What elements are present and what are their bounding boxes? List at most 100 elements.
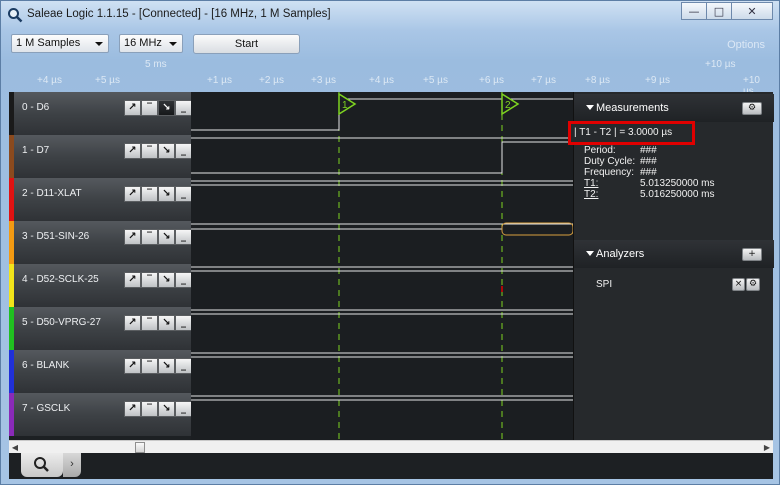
channel-name[interactable]: 1 - D7: [22, 145, 49, 156]
channel-name[interactable]: 2 - D11-XLAT: [22, 188, 82, 199]
channel-list: 0 - D6 ↗ ‾ ↘ _ 1 - D7 ↗ ‾ ↘ _ 2 - D11-XLAT ↗ ‾ ↘ _ 3 - …: [9, 92, 192, 440]
rising-edge-icon[interactable]: ↗: [124, 186, 141, 202]
scroll-left-arrow-icon[interactable]: ◀: [9, 442, 21, 453]
channel-label: 5 - D50-VPRG-27 ↗ ‾ ↘ _: [14, 307, 192, 350]
trigger-selector: ↗ ‾ ↘ _: [124, 401, 192, 417]
low-level-icon[interactable]: _: [175, 315, 192, 331]
low-level-icon[interactable]: _: [175, 100, 192, 116]
close-button[interactable]: ✕: [731, 2, 773, 20]
channel-row[interactable]: 2 - D11-XLAT ↗ ‾ ↘ _: [9, 178, 192, 221]
analyzers-header[interactable]: Analyzers +: [574, 240, 774, 268]
measurement-row: T2: 5.016250000 ms: [584, 189, 769, 200]
sample-count-select[interactable]: 1 M Samples: [11, 34, 109, 53]
triangle-down-icon: [586, 105, 594, 110]
minimize-button[interactable]: —: [681, 2, 707, 20]
falling-edge-icon[interactable]: ↘: [158, 143, 175, 159]
channel-row[interactable]: 5 - D50-VPRG-27 ↗ ‾ ↘ _: [9, 307, 192, 350]
rising-edge-icon[interactable]: ↗: [124, 315, 141, 331]
sample-count-value: 1 M Samples: [16, 37, 81, 49]
high-level-icon[interactable]: ‾: [141, 100, 158, 116]
options-button[interactable]: Options: [727, 39, 765, 51]
rising-edge-icon[interactable]: ↗: [124, 401, 141, 417]
channel-row[interactable]: 3 - D51-SIN-26 ↗ ‾ ↘ _: [9, 221, 192, 264]
channel-name[interactable]: 4 - D52-SCLK-25: [22, 274, 99, 285]
high-level-icon[interactable]: ‾: [141, 229, 158, 245]
tab-next-button[interactable]: ›: [63, 453, 81, 477]
ruler-tick: +5 µs: [423, 75, 448, 86]
falling-edge-icon[interactable]: ↘: [158, 229, 175, 245]
add-analyzer-button[interactable]: +: [742, 248, 762, 261]
falling-edge-icon[interactable]: ↘: [158, 100, 175, 116]
low-level-icon[interactable]: _: [175, 143, 192, 159]
marker-1-flag[interactable]: 1: [338, 92, 357, 116]
measurement-row: Period: ###: [584, 145, 769, 156]
measurement-key: T1:: [584, 178, 599, 189]
analyzer-item[interactable]: SPI × ⚙: [574, 275, 774, 295]
scrollbar-thumb[interactable]: [135, 442, 145, 453]
low-level-icon[interactable]: _: [175, 229, 192, 245]
high-level-icon[interactable]: ‾: [141, 186, 158, 202]
channel-name[interactable]: 6 - BLANK: [22, 360, 69, 371]
gear-icon[interactable]: ⚙: [746, 278, 760, 291]
maximize-button[interactable]: □: [706, 2, 732, 20]
channel-row[interactable]: 0 - D6 ↗ ‾ ↘ _: [9, 92, 192, 135]
rising-edge-icon[interactable]: ↗: [124, 358, 141, 374]
marker-2-flag[interactable]: 2: [501, 92, 520, 116]
falling-edge-icon[interactable]: ↘: [158, 272, 175, 288]
ruler-top-right: +10 µs: [705, 59, 736, 70]
channel-name[interactable]: 5 - D50-VPRG-27: [22, 317, 101, 328]
channel-row[interactable]: 7 - GSCLK ↗ ‾ ↘ _: [9, 393, 192, 436]
channel-name[interactable]: 0 - D6: [22, 102, 49, 113]
time-ruler: 5 ms +10 µs +4 µs +5 µs +1 µs +2 µs +3 µ…: [9, 57, 773, 97]
start-button[interactable]: Start: [193, 34, 300, 54]
chevron-down-icon: [169, 42, 177, 46]
chevron-down-icon: [95, 42, 103, 46]
sample-rate-select[interactable]: 16 MHz: [119, 34, 183, 53]
falling-edge-icon[interactable]: ↘: [158, 358, 175, 374]
falling-edge-icon[interactable]: ↘: [158, 186, 175, 202]
rising-edge-icon[interactable]: ↗: [124, 272, 141, 288]
low-level-icon[interactable]: _: [175, 186, 192, 202]
measurements-header[interactable]: Measurements ⚙: [574, 94, 774, 122]
gear-icon[interactable]: ⚙: [742, 102, 762, 115]
trigger-selector: ↗ ‾ ↘ _: [124, 229, 192, 245]
rising-edge-icon[interactable]: ↗: [124, 229, 141, 245]
channel-name[interactable]: 3 - D51-SIN-26: [22, 231, 89, 242]
high-level-icon[interactable]: ‾: [141, 358, 158, 374]
waveform-view[interactable]: 1 2: [191, 92, 573, 440]
close-icon[interactable]: ×: [732, 278, 745, 291]
trigger-selector: ↗ ‾ ↘ _: [124, 358, 192, 374]
high-level-icon[interactable]: ‾: [141, 401, 158, 417]
channel-row[interactable]: 6 - BLANK ↗ ‾ ↘ _: [9, 350, 192, 393]
ruler-tick: +8 µs: [585, 75, 610, 86]
rising-edge-icon[interactable]: ↗: [124, 143, 141, 159]
channel-row[interactable]: 4 - D52-SCLK-25 ↗ ‾ ↘ _: [9, 264, 192, 307]
tab-search[interactable]: [21, 453, 63, 477]
ruler-tick: +6 µs: [479, 75, 504, 86]
ruler-tick: +3 µs: [311, 75, 336, 86]
magnifier-app-icon: [8, 8, 23, 23]
measurement-value: ###: [640, 145, 657, 156]
channel-name[interactable]: 7 - GSCLK: [22, 403, 70, 414]
high-level-icon[interactable]: ‾: [141, 272, 158, 288]
channel-row[interactable]: 1 - D7 ↗ ‾ ↘ _: [9, 135, 192, 178]
high-level-icon[interactable]: ‾: [141, 315, 158, 331]
high-level-icon[interactable]: ‾: [141, 143, 158, 159]
marker-1-label: 1: [342, 100, 348, 111]
falling-edge-icon[interactable]: ↘: [158, 315, 175, 331]
trigger-selector: ↗ ‾ ↘ _: [124, 143, 192, 159]
trigger-selector: ↗ ‾ ↘ _: [124, 272, 192, 288]
analyzers-title: Analyzers: [596, 248, 645, 260]
channel-label: 1 - D7 ↗ ‾ ↘ _: [14, 135, 192, 178]
ruler-tick: +1 µs: [207, 75, 232, 86]
wave-ch1: [191, 141, 573, 174]
low-level-icon[interactable]: _: [175, 272, 192, 288]
low-level-icon[interactable]: _: [175, 401, 192, 417]
low-level-icon[interactable]: _: [175, 358, 192, 374]
measurement-value: 5.013250000 ms: [640, 178, 715, 189]
rising-edge-icon[interactable]: ↗: [124, 100, 141, 116]
falling-edge-icon[interactable]: ↘: [158, 401, 175, 417]
channel-label: 2 - D11-XLAT ↗ ‾ ↘ _: [14, 178, 192, 221]
horizontal-scrollbar[interactable]: ◀ ▶: [9, 440, 773, 453]
scroll-right-arrow-icon[interactable]: ▶: [761, 442, 773, 453]
